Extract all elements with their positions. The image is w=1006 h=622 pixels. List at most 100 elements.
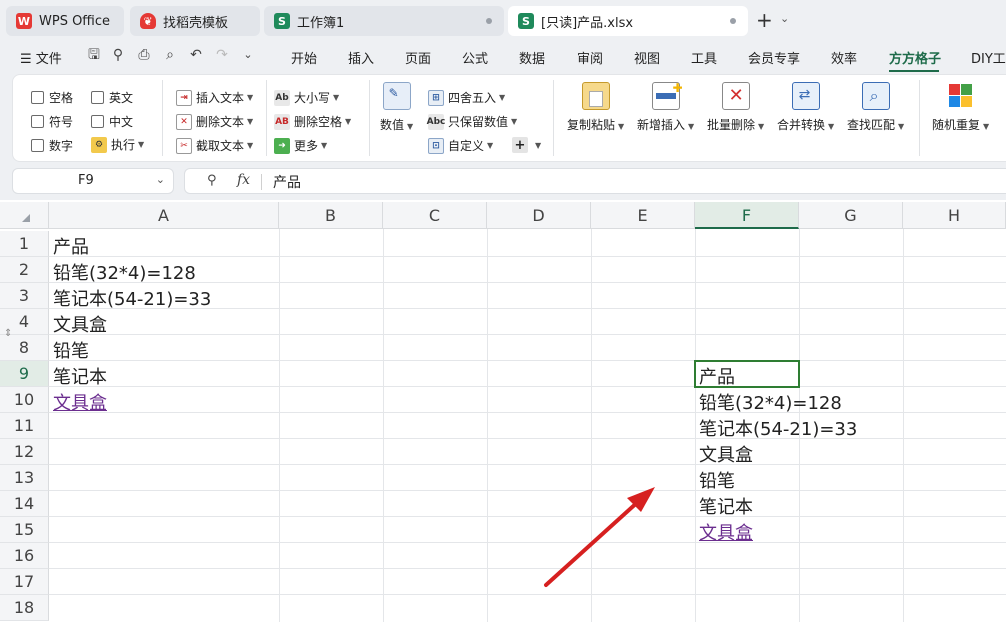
copy-paste-button[interactable]: 复制粘贴 ▼ — [567, 82, 624, 133]
save-icon[interactable]: 🖫 — [86, 47, 102, 63]
chevron-down-icon: ▼ — [983, 122, 990, 131]
extract-text-button[interactable]: ✂ 截取文本 ▼ — [176, 137, 253, 154]
merge-convert-button[interactable]: ⇄ 合并转换 ▼ — [777, 82, 834, 133]
checkbox-number[interactable]: 数字 — [31, 137, 73, 154]
formula-input[interactable]: ⚲ fx 产品 — [184, 168, 1006, 194]
menu-formula[interactable]: 公式 — [462, 48, 488, 67]
cell-a9[interactable]: 笔记本 — [53, 363, 107, 389]
menu-page[interactable]: 页面 — [405, 48, 431, 67]
menu-view[interactable]: 视图 — [634, 48, 660, 67]
fx-icon[interactable]: fx — [237, 172, 250, 188]
new-tab-plus-icon[interactable]: + — [756, 8, 773, 32]
row-header-12[interactable]: 12 — [0, 439, 49, 465]
menu-home[interactable]: 开始 — [291, 48, 317, 67]
column-header-e[interactable]: E — [591, 202, 695, 229]
print-preview-icon[interactable]: ⌕ — [162, 47, 178, 63]
column-header-f[interactable]: F — [695, 202, 799, 229]
checkbox-english[interactable]: 英文 — [91, 89, 133, 106]
name-box[interactable]: F9 ⌄ — [12, 168, 174, 194]
cell-a2[interactable]: 铅笔(32*4)=128 — [53, 259, 196, 285]
round-button[interactable]: ⊞ 四舍五入 ▼ — [428, 89, 505, 106]
batch-delete-label: 批量删除 — [707, 118, 756, 132]
cell-f11[interactable]: 笔记本(54-21)=33 — [699, 415, 857, 441]
tab-product-xlsx[interactable]: S [只读]产品.xlsx — [508, 6, 748, 36]
menu-file[interactable]: ☰ 文件 — [20, 48, 62, 67]
column-header-h[interactable]: H — [903, 202, 1006, 229]
checkbox-box[interactable] — [31, 115, 44, 128]
cell-f10[interactable]: 铅笔(32*4)=128 — [699, 389, 842, 415]
remove-spaces-button[interactable]: AB 删除空格 ▼ — [274, 113, 351, 130]
delete-text-button[interactable]: ✕ 删除文本 ▼ — [176, 113, 253, 130]
tab-close-dot-icon[interactable] — [486, 18, 492, 24]
cell-a8[interactable]: 铅笔 — [53, 337, 89, 363]
case-button[interactable]: Ab 大小写 ▼ — [274, 89, 339, 106]
menu-tools[interactable]: 工具 — [691, 48, 717, 67]
cell-f15[interactable]: 文具盒 — [699, 519, 753, 545]
select-all-corner[interactable] — [0, 202, 49, 229]
checkbox-symbol[interactable]: 符号 — [31, 113, 73, 130]
hidden-rows-expand-icon[interactable]: ⇕ — [4, 328, 12, 339]
print-icon[interactable]: ⎙ — [136, 47, 152, 63]
menu-fangfang-gezi[interactable]: 方方格子 — [889, 48, 941, 67]
row-header-10[interactable]: 10 — [0, 387, 49, 413]
more-button[interactable]: ➜ 更多 ▼ — [274, 137, 327, 154]
checkbox-box[interactable] — [31, 91, 44, 104]
row-header-11[interactable]: 11 — [0, 413, 49, 439]
row-header-1[interactable]: 1 — [0, 231, 49, 257]
column-header-b[interactable]: B — [279, 202, 383, 229]
cell-a3[interactable]: 笔记本(54-21)=33 — [53, 285, 211, 311]
random-repeat-button[interactable]: 随机重复 ▼ — [932, 82, 989, 133]
chevron-down-icon[interactable]: ⌄ — [780, 12, 789, 25]
add-insert-button[interactable]: ✚ 新增插入 ▼ — [637, 81, 694, 133]
add-custom-button[interactable]: + ▼ — [512, 137, 541, 153]
menu-data[interactable]: 数据 — [519, 48, 545, 67]
row-header-13[interactable]: 13 — [0, 465, 49, 491]
quick-access-chevron-icon[interactable]: ⌄ — [240, 47, 256, 63]
menu-member[interactable]: 会员专享 — [748, 48, 800, 67]
cell-f13[interactable]: 铅笔 — [699, 467, 735, 493]
row-header-16[interactable]: 16 — [0, 543, 49, 569]
row-header-15[interactable]: 15 — [0, 517, 49, 543]
tab-docer-templates[interactable]: ❦ 找稻壳模板 — [130, 6, 260, 36]
chevron-down-icon[interactable]: ⌄ — [156, 173, 165, 186]
menu-insert[interactable]: 插入 — [348, 48, 374, 67]
tab-wps-office[interactable]: W WPS Office — [6, 6, 124, 36]
formula-value[interactable]: 产品 — [273, 172, 301, 192]
batch-delete-button[interactable]: ✕ 批量删除 ▼ — [707, 82, 764, 133]
cell-a1[interactable]: 产品 — [53, 233, 89, 259]
checkbox-space[interactable]: 空格 — [31, 89, 73, 106]
find-match-button[interactable]: ⌕ 查找匹配 ▼ — [847, 82, 904, 133]
row-header-9[interactable]: 9 — [0, 361, 49, 387]
menu-diy[interactable]: DIY工 — [971, 48, 1006, 67]
undo-icon[interactable]: ↶ — [188, 47, 204, 63]
column-header-a[interactable]: A — [49, 202, 279, 229]
tab-workbook1[interactable]: S 工作簿1 — [264, 6, 504, 36]
cell-a4[interactable]: 文具盒 — [53, 311, 107, 337]
row-header-3[interactable]: 3 — [0, 283, 49, 309]
column-header-g[interactable]: G — [799, 202, 903, 229]
cell-a10[interactable]: 文具盒 — [53, 389, 107, 415]
keep-values-button[interactable]: Abc 只保留数值 ▼ — [427, 113, 517, 130]
number-button[interactable]: ✎ 数值 ▼ — [380, 82, 413, 133]
column-header-d[interactable]: D — [487, 202, 591, 229]
redo-icon[interactable]: ↷ — [214, 47, 230, 63]
share-icon[interactable]: ⚲ — [110, 47, 126, 63]
row-header-14[interactable]: 14 — [0, 491, 49, 517]
row-header-18[interactable]: 18 — [0, 595, 49, 621]
row-header-2[interactable]: 2 — [0, 257, 49, 283]
execute-button[interactable]: ⚙ 执行 ▼ — [91, 136, 144, 153]
checkbox-chinese[interactable]: 中文 — [91, 113, 133, 130]
checkbox-box[interactable] — [91, 91, 104, 104]
zoom-search-icon[interactable]: ⚲ — [207, 173, 217, 188]
menu-review[interactable]: 审阅 — [577, 48, 603, 67]
cell-f14[interactable]: 笔记本 — [699, 493, 753, 519]
row-header-17[interactable]: 17 — [0, 569, 49, 595]
insert-text-button[interactable]: ⇥ 插入文本 ▼ — [176, 89, 253, 106]
tab-close-dot-icon[interactable] — [730, 18, 736, 24]
checkbox-box[interactable] — [91, 115, 104, 128]
menu-efficiency[interactable]: 效率 — [831, 48, 857, 67]
cell-f12[interactable]: 文具盒 — [699, 441, 753, 467]
custom-button[interactable]: ⊡ 自定义 ▼ — [428, 137, 493, 154]
column-header-c[interactable]: C — [383, 202, 487, 229]
checkbox-box[interactable] — [31, 139, 44, 152]
